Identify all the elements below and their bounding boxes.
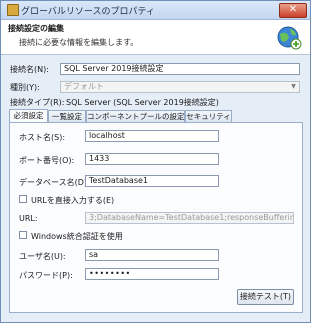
tab-security[interactable]: セキュリティ: [185, 110, 232, 122]
required-settings-panel: ホスト名(S): localhost ポート番号(O): 1433 データベース…: [9, 122, 303, 313]
port-input[interactable]: 1433: [85, 153, 219, 165]
user-input[interactable]: sa: [85, 249, 219, 261]
tab-component-pool[interactable]: コンポーネントプールの設定: [86, 110, 185, 122]
title-bar[interactable]: グローバルリソースのプロパティ ✕: [1, 1, 310, 20]
close-button[interactable]: ✕: [279, 3, 307, 18]
host-input[interactable]: localhost: [85, 130, 219, 142]
type-label: 種別(Y):: [10, 83, 40, 92]
url-direct-label[interactable]: URLを直接入力する(E): [31, 195, 114, 206]
header-description: 接続に必要な情報を編集します。: [19, 38, 139, 47]
database-label: データベース名(D):: [19, 178, 90, 187]
type-select[interactable]: デフォルト ▼: [60, 81, 300, 93]
window-title: グローバルリソースのプロパティ: [21, 7, 155, 17]
windows-auth-checkbox[interactable]: [19, 231, 27, 239]
properties-window: グローバルリソースのプロパティ ✕ 接続設定の編集 接続に必要な情報を編集します…: [0, 0, 311, 323]
url-direct-checkbox[interactable]: [19, 195, 27, 203]
tab-required[interactable]: 必須設定: [9, 109, 48, 122]
globe-plus-icon: [277, 26, 302, 50]
header-panel: 接続設定の編集 接続に必要な情報を編集します。: [1, 20, 310, 55]
user-label: ユーザ名(U):: [19, 252, 66, 261]
connection-type-label: 接続タイプ(R):: [10, 98, 65, 107]
port-label: ポート番号(O):: [19, 156, 75, 165]
url-label: URL:: [19, 214, 38, 223]
chevron-down-icon: ▼: [291, 83, 296, 90]
tab-list[interactable]: 一覧設定: [48, 110, 86, 122]
connection-name-label: 接続名(N):: [10, 65, 49, 74]
password-input[interactable]: ••••••••: [85, 268, 219, 280]
host-label: ホスト名(S):: [19, 133, 66, 142]
connection-test-button[interactable]: 接続テスト(T): [237, 289, 294, 305]
app-icon: [7, 4, 19, 16]
type-select-value: デフォルト: [64, 82, 104, 91]
connection-name-input[interactable]: SQL Server 2019接続設定: [60, 63, 300, 75]
password-label: パスワード(P):: [19, 271, 73, 280]
database-input[interactable]: TestDatabase1: [85, 175, 219, 187]
windows-auth-label[interactable]: Windows統合認証を使用: [31, 231, 123, 242]
connection-type-value: SQL Server (SQL Server 2019接続設定): [66, 98, 219, 107]
url-input[interactable]: 3;DatabaseName=TestDatabase1;responseBuf…: [85, 212, 294, 224]
header-title: 接続設定の編集: [8, 24, 64, 33]
